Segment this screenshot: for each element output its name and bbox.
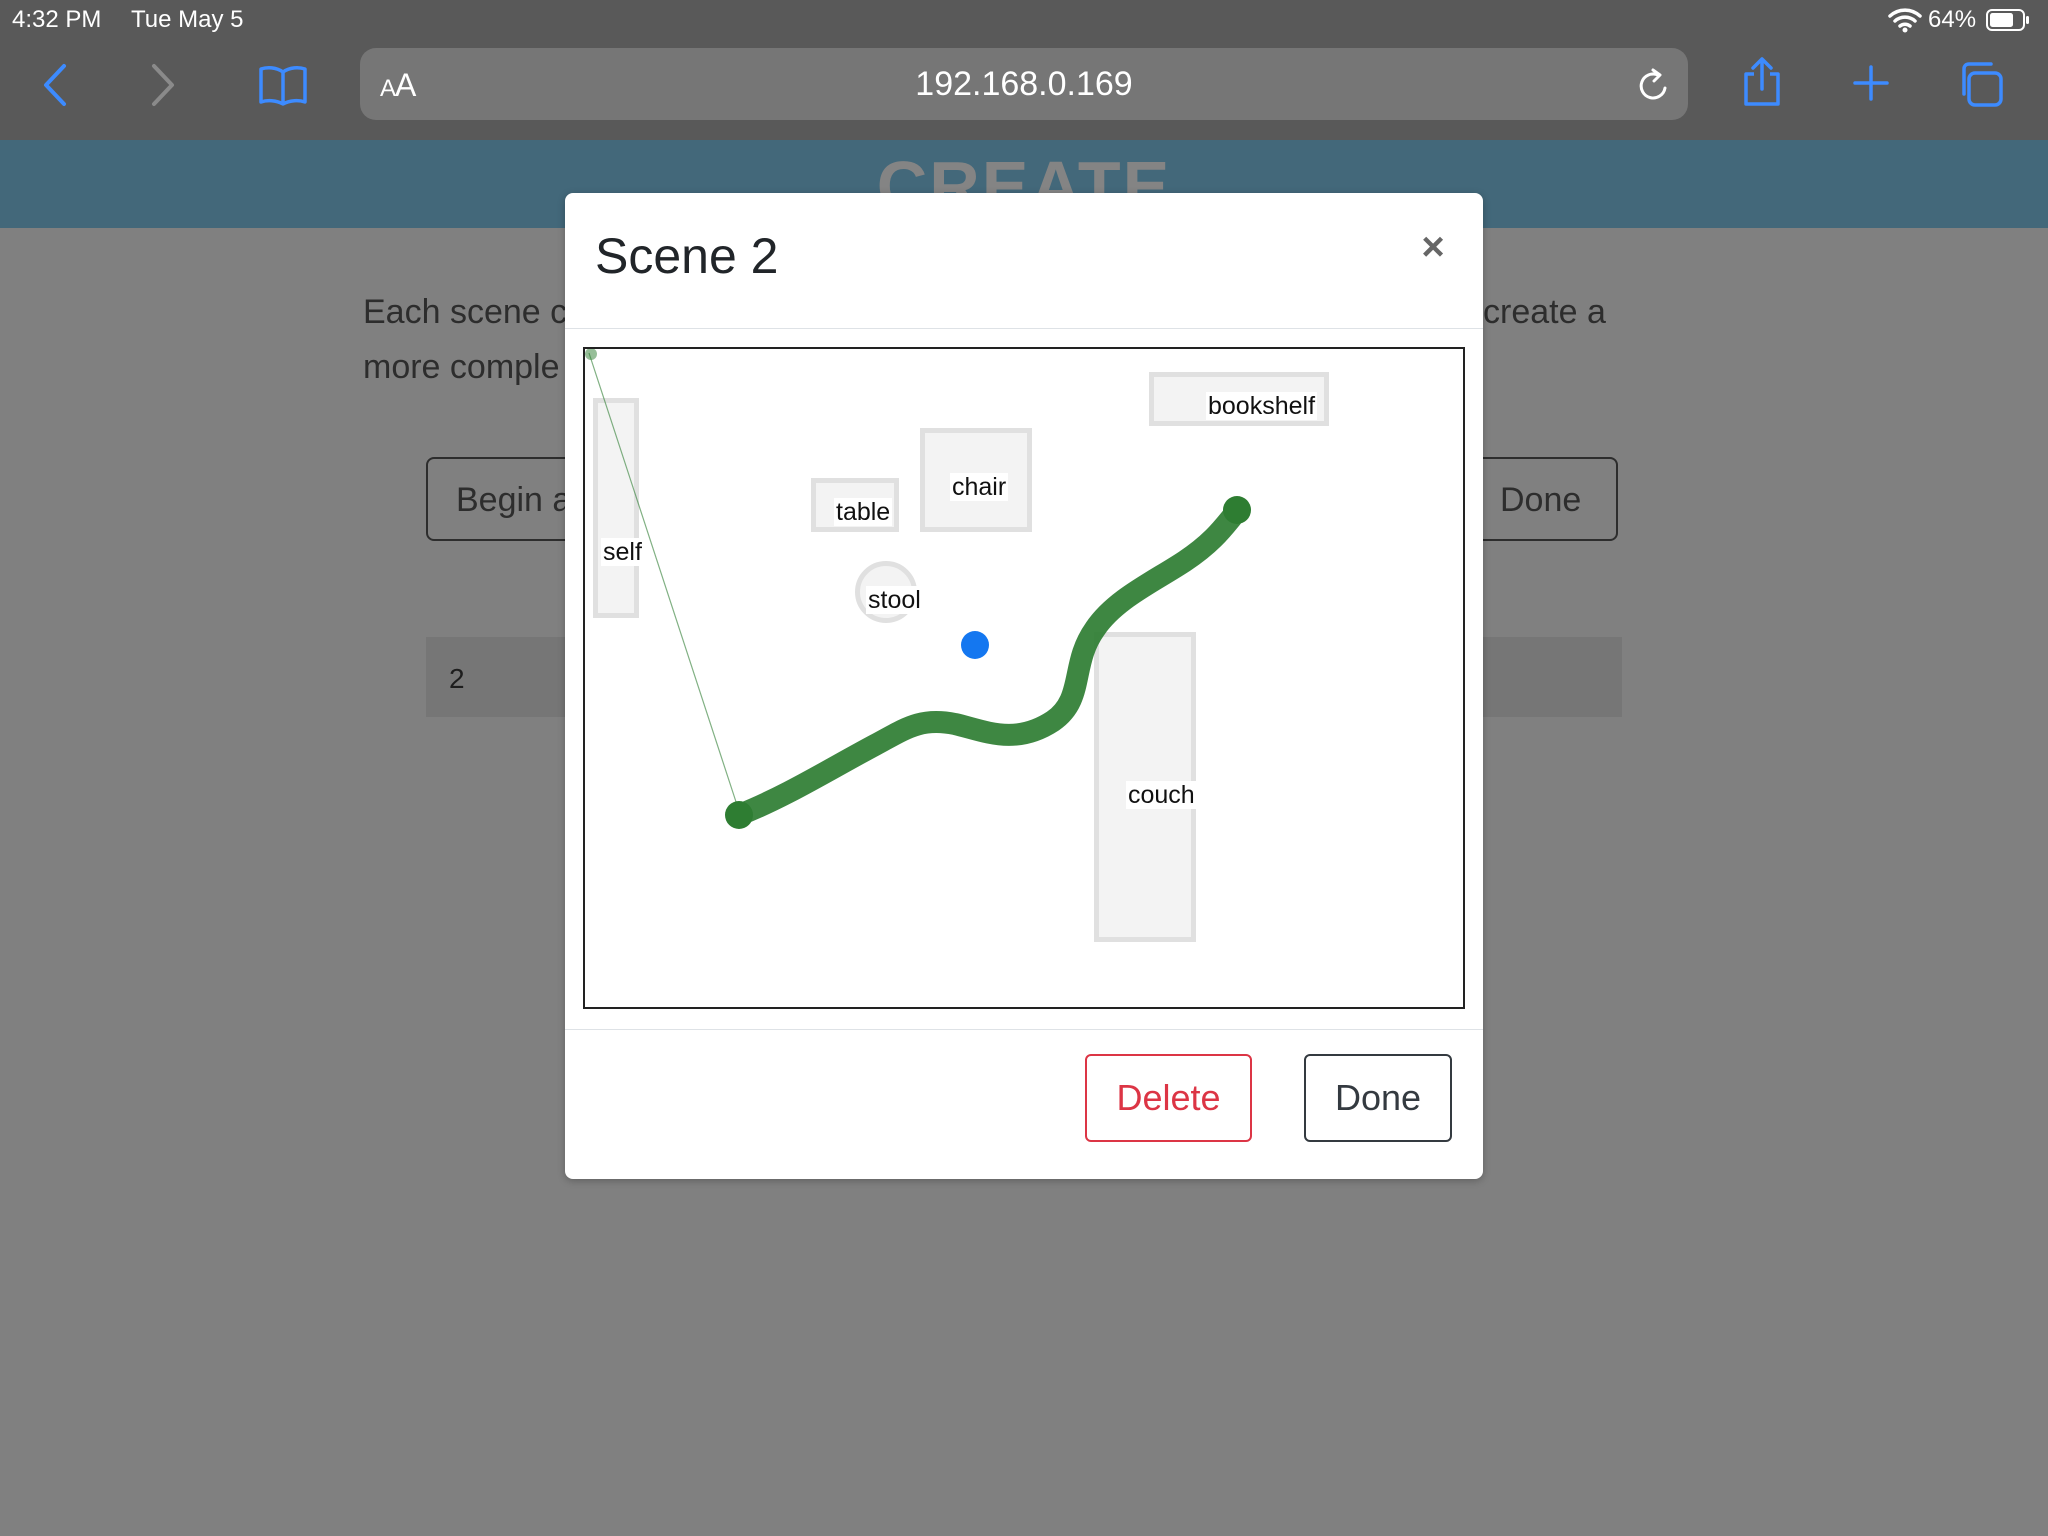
label-stool: stool — [866, 586, 923, 614]
status-time: 4:32 PM — [12, 6, 102, 33]
scene-canvas[interactable]: self table chair bookshelf stool couch — [583, 347, 1465, 1009]
share-icon[interactable] — [1742, 56, 1782, 108]
forward-icon[interactable] — [146, 62, 180, 108]
battery-percent: 64% — [1928, 6, 1977, 33]
label-couch: couch — [1126, 781, 1197, 809]
position-marker — [961, 631, 989, 659]
modal-title: Scene 2 — [595, 228, 779, 284]
delete-button[interactable]: Delete — [1085, 1054, 1252, 1142]
done-button[interactable]: Done — [1304, 1054, 1452, 1142]
label-bookshelf: bookshelf — [1206, 392, 1318, 420]
scene-number: 2 — [449, 663, 465, 694]
back-icon[interactable] — [38, 62, 72, 108]
browser-toolbar: AA 192.168.0.169 — [0, 40, 2048, 140]
new-tab-icon[interactable] — [1852, 64, 1890, 102]
battery-icon — [1986, 9, 2029, 31]
start-connector-line — [588, 352, 740, 812]
label-self: self — [601, 538, 644, 566]
modal-footer: Delete Done — [565, 1029, 1483, 1180]
movement-path — [728, 500, 1248, 826]
close-button[interactable]: × — [1413, 225, 1453, 269]
modal-header: Scene 2 × — [565, 193, 1483, 329]
scene-modal: Scene 2 × self table chair bookshelf sto… — [565, 193, 1483, 1179]
tabs-icon[interactable] — [1956, 60, 2004, 108]
url-text[interactable]: 192.168.0.169 — [360, 65, 1688, 104]
origin-point — [585, 349, 597, 360]
intro-line-1-right: create a — [1483, 293, 1606, 331]
path-start-point — [725, 801, 753, 829]
reload-icon[interactable] — [1636, 68, 1672, 104]
wifi-icon — [1888, 8, 1922, 33]
label-table: table — [834, 498, 893, 526]
path-end-point — [1223, 496, 1251, 524]
bookmarks-icon[interactable] — [258, 64, 308, 106]
path-layer — [585, 349, 1251, 829]
status-date: Tue May 5 — [131, 6, 244, 33]
address-bar[interactable]: AA 192.168.0.169 — [360, 48, 1688, 120]
label-chair: chair — [950, 473, 1009, 501]
status-bar: 4:32 PM Tue May 5 64% — [0, 0, 2048, 40]
